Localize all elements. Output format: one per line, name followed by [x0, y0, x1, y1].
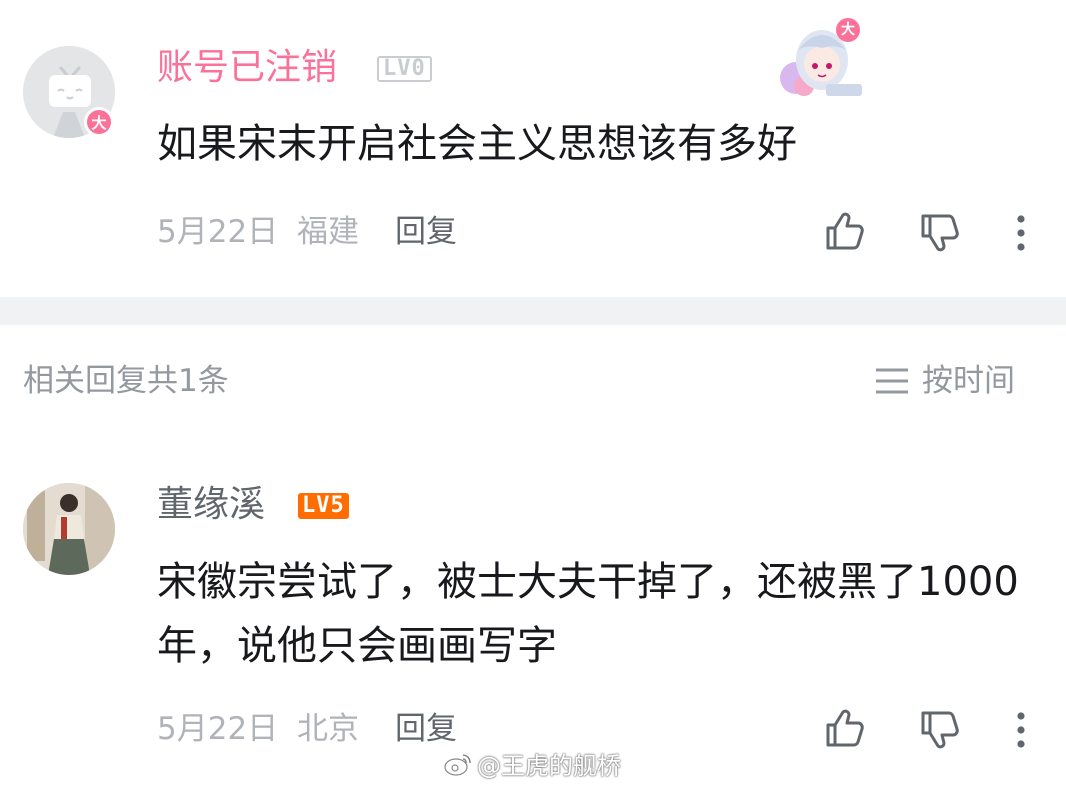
thumbs-up-icon — [826, 709, 864, 747]
watermark-text: @王虎的舰桥 — [477, 752, 621, 780]
reply-username[interactable]: 董缘溪 — [157, 485, 265, 525]
sort-toggle[interactable]: 按时间 — [874, 361, 1015, 401]
reply-date: 5月22日 — [157, 711, 279, 747]
reply-like-button[interactable] — [822, 705, 868, 751]
reply-content: 宋徽宗尝试了，被士大夫干掉了，还被黑了1000 年，说他只会画画写字 — [157, 559, 1019, 669]
comment-location: 福建 — [297, 214, 359, 250]
more-button[interactable] — [1006, 210, 1036, 256]
more-vertical-icon — [1017, 712, 1025, 748]
avatar-badge: 大 — [84, 107, 114, 137]
avatar-pendant: 大 — [776, 16, 866, 98]
weibo-logo-icon — [444, 753, 471, 776]
more-vertical-icon — [1017, 215, 1025, 251]
reply-reply-button[interactable]: 回复 — [395, 709, 457, 749]
reply-level-badge: LV5 — [298, 493, 349, 519]
pendant-badge: 大 — [841, 22, 855, 38]
thumbs-down-icon — [921, 214, 959, 252]
sort-label: 按时间 — [922, 363, 1015, 399]
reply-button[interactable]: 回复 — [395, 212, 457, 252]
reply-location: 北京 — [297, 711, 359, 747]
level-badge: LV0 — [377, 56, 432, 82]
watermark: @王虎的舰桥 — [443, 746, 621, 781]
comment-content: 如果宋末开启社会主义思想该有多好 — [157, 121, 797, 167]
thumbs-down-icon — [921, 711, 959, 749]
reply-more-button[interactable] — [1006, 707, 1036, 753]
reply-dislike-button[interactable] — [917, 707, 963, 753]
dislike-button[interactable] — [917, 210, 963, 256]
comment-date: 5月22日 — [157, 214, 279, 250]
section-divider — [0, 297, 1066, 325]
reply-avatar[interactable] — [23, 483, 115, 575]
replies-count-title: 相关回复共1条 — [23, 363, 229, 399]
person-photo-avatar-icon — [23, 483, 115, 575]
thumbs-up-icon — [826, 212, 864, 250]
menu-lines-icon — [876, 368, 908, 394]
comment-username[interactable]: 账号已注销 — [157, 48, 337, 88]
like-button[interactable] — [822, 208, 868, 254]
